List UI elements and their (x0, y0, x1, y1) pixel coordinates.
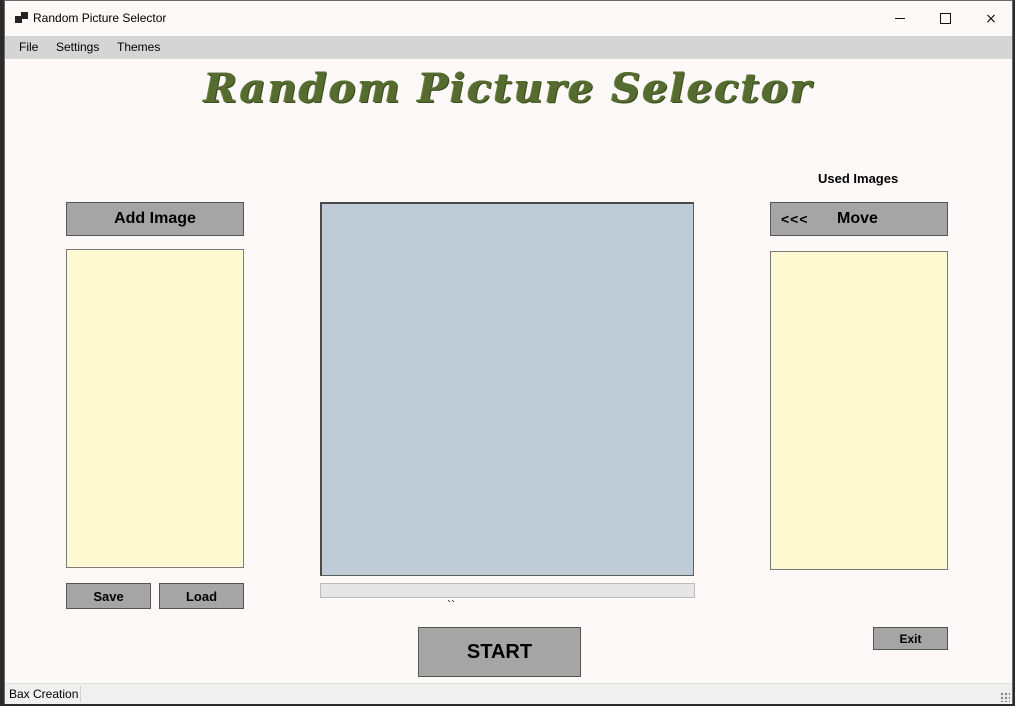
move-label: Move (837, 210, 878, 227)
window-title: Random Picture Selector (33, 11, 167, 25)
minimize-button[interactable] (877, 1, 923, 36)
close-button[interactable]: × (968, 1, 1014, 36)
load-button[interactable]: Load (159, 583, 244, 609)
add-image-button[interactable]: Add Image (66, 202, 244, 236)
menu-bar: File Settings Themes (5, 36, 1012, 59)
used-images-list[interactable] (770, 251, 948, 570)
resize-grip-icon[interactable] (1000, 692, 1010, 702)
picture-box (320, 202, 694, 576)
title-bar[interactable]: Random Picture Selector × (5, 1, 1012, 36)
menu-file[interactable]: File (19, 40, 38, 54)
maximize-icon (939, 13, 951, 24)
minimize-icon (895, 18, 905, 19)
image-list[interactable] (66, 249, 244, 568)
status-bar: Bax Creation (5, 683, 1012, 704)
save-button[interactable]: Save (66, 583, 151, 609)
app-icon (15, 12, 29, 24)
progress-bar (320, 583, 695, 598)
exit-button[interactable]: Exit (873, 627, 948, 650)
app-window: Random Picture Selector × File Settings … (4, 0, 1013, 704)
move-arrows-label: <<< (781, 211, 809, 227)
status-separator (80, 686, 81, 702)
start-button[interactable]: START (418, 627, 581, 677)
move-button[interactable]: <<< Move (770, 202, 948, 236)
close-icon: × (985, 10, 997, 27)
status-text: Bax Creation (9, 687, 79, 701)
maximize-button[interactable] (922, 1, 968, 36)
app-title-heading: Random Picture Selector (203, 65, 814, 112)
menu-themes[interactable]: Themes (117, 40, 160, 54)
progress-label: `` (447, 598, 455, 612)
menu-settings[interactable]: Settings (56, 40, 99, 54)
used-images-label: Used Images (818, 171, 899, 186)
